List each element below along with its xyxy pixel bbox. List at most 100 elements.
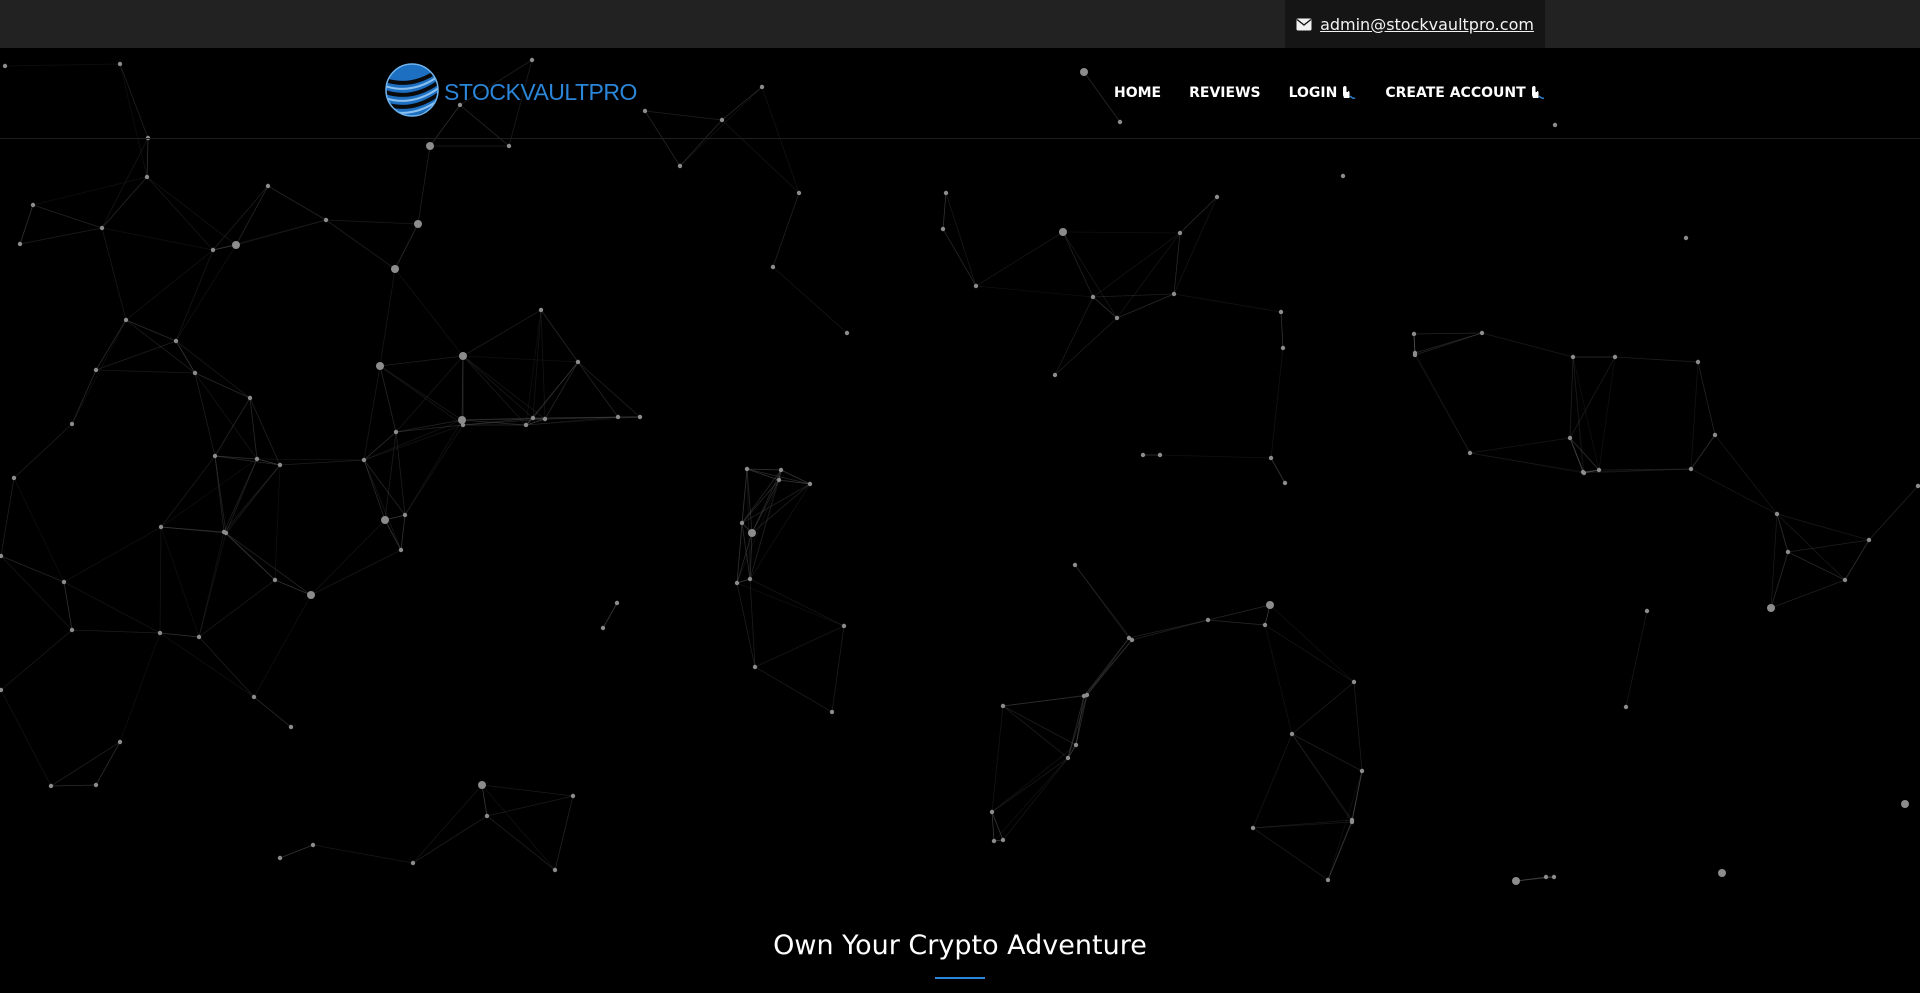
network-link [1770,579,1846,609]
network-link [1270,457,1286,484]
network-link [1598,356,1616,471]
network-node [1623,704,1629,710]
network-link [1173,293,1282,313]
network-link [1481,332,1574,358]
network-link [225,532,312,596]
network-node [829,709,835,715]
network-link [481,784,574,797]
network-link [253,696,292,728]
network-link [310,519,386,596]
network-link [486,815,556,871]
network-link [175,249,214,342]
network-node [1411,331,1417,337]
network-link [394,223,419,270]
network-node [1785,549,1791,555]
network-link [1625,610,1648,708]
network-link [1092,232,1181,298]
network-link [1062,231,1094,298]
network-link [577,361,641,418]
network-link [1697,361,1716,436]
network-node [212,453,218,459]
network-node [1114,315,1120,321]
network-link [214,455,227,534]
network-link [63,526,162,583]
network-node [1767,604,1775,612]
network-link [554,795,574,871]
nav-reviews-link[interactable]: REVIEWS [1189,85,1260,101]
network-node [99,225,105,231]
network-node [478,781,486,789]
nav-login-link[interactable]: LOGIN [1289,84,1358,102]
network-link [1844,539,1870,581]
network-link [462,355,546,420]
network-node [734,580,740,586]
network-node [1000,837,1006,843]
network-node [361,457,367,463]
network-node [807,481,813,487]
network-link [159,632,200,638]
network-node [1359,768,1365,774]
network-node [542,416,548,422]
hand-pointer-icon [1528,84,1546,102]
network-node [1479,330,1485,336]
network-node [17,241,23,247]
network-link [225,532,276,581]
particle-network-background [0,57,1920,885]
network-link [1291,733,1353,821]
network-link [1054,317,1118,376]
network-node [144,174,150,180]
nav-create-account-link[interactable]: CREATE ACCOUNT [1385,84,1545,102]
network-link [400,514,406,551]
network-link [95,369,196,374]
network-link [279,844,314,859]
network-node [637,414,643,420]
network-node [1266,601,1274,609]
network-link [363,459,402,551]
nav-home-link[interactable]: HOME [1114,85,1161,101]
network-link [1252,827,1329,881]
network-node [776,477,782,483]
network-node [1073,742,1079,748]
network-link [325,219,396,270]
network-link [462,355,579,363]
network-node [1126,635,1132,641]
network-link [1413,332,1483,335]
network-link [1569,356,1574,439]
network-link [1280,311,1284,349]
network-node [1351,679,1357,685]
network-link [214,397,251,457]
network-node [460,422,466,428]
network-link [991,705,1004,813]
network-link [63,581,161,634]
network-link [267,185,327,221]
network-link [198,636,255,698]
network-link [214,455,281,466]
hand-pointer-icon [1339,84,1357,102]
network-link [746,468,780,481]
network-node [744,466,750,472]
network-link [194,372,216,457]
network-node [989,809,995,815]
email-contact-link[interactable]: admin@stockvaultpro.com [1285,0,1545,48]
network-node [426,142,434,150]
network-node [173,338,179,344]
network-link [1002,694,1088,707]
network-link [1264,624,1355,683]
nav-home-label: HOME [1114,85,1162,101]
site-logo[interactable]: STOCKVAULTPRO [384,62,637,123]
network-node [157,630,163,636]
network-node [1683,235,1689,241]
network-link [379,365,463,421]
network-link [50,741,121,787]
network-link [363,419,463,461]
network-node [391,265,399,273]
network-node [600,625,606,631]
network-node [310,842,316,848]
network-node [570,793,576,799]
network-link [1327,819,1353,881]
network-link [310,549,402,596]
network-node [1340,173,1346,179]
network-link [1252,733,1293,829]
network-node [1570,354,1576,360]
network-node [117,739,123,745]
